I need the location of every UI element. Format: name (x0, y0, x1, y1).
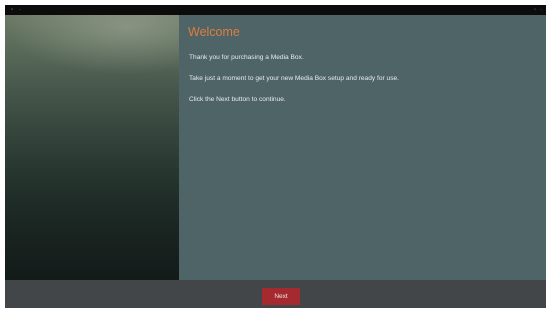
page-title: Welcome (188, 25, 240, 39)
wifi-icon: ◦ (533, 7, 536, 13)
welcome-text-instruction: Click the Next button to continue. (189, 96, 286, 103)
welcome-panel: Welcome Thank you for purchasing a Media… (179, 15, 546, 280)
clock-icon: · (540, 7, 542, 13)
settings-icon: · (19, 7, 22, 13)
status-bar-left: ▫ · (11, 5, 21, 15)
background-image (5, 15, 179, 75)
welcome-text-thanks: Thank you for purchasing a Media Box. (189, 54, 304, 61)
welcome-text-setup: Take just a moment to get your new Media… (189, 75, 400, 82)
side-image-panel (5, 15, 179, 280)
setup-screen: ▫ · ◦ · Welcome Thank you for purchasing… (0, 0, 551, 313)
status-bar-right: ◦ · (534, 5, 542, 15)
footer-bar: Next (5, 280, 546, 308)
notification-icon: ▫ (11, 7, 14, 13)
status-bar: ▫ · ◦ · (5, 5, 546, 15)
next-button[interactable]: Next (262, 288, 300, 305)
